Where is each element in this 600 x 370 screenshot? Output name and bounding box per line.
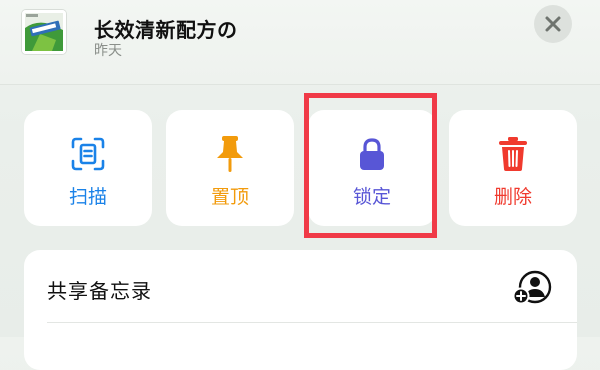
share-panel: 共享备忘录 <box>24 250 577 370</box>
lock-label: 锁定 <box>352 186 391 208</box>
panel-divider <box>47 322 577 323</box>
pin-label: 置顶 <box>210 186 249 208</box>
gum-package-thumbnail-icon <box>22 10 66 54</box>
delete-label: 删除 <box>493 186 532 208</box>
note-title: 长效清新配方の <box>94 18 238 42</box>
share-note-row[interactable]: 共享备忘录 <box>24 250 577 322</box>
pin-icon <box>217 136 243 172</box>
scan-document-icon <box>71 137 105 171</box>
lock-icon <box>360 138 384 170</box>
close-button[interactable] <box>534 5 572 43</box>
scan-label: 扫描 <box>68 186 107 208</box>
note-thumbnail[interactable] <box>22 10 66 54</box>
delete-button[interactable]: 删除 <box>449 110 577 226</box>
lock-button[interactable]: 锁定 <box>308 110 436 226</box>
close-icon <box>545 16 561 32</box>
trash-icon <box>499 137 527 171</box>
scan-button[interactable]: 扫描 <box>24 110 152 226</box>
share-note-label: 共享备忘录 <box>47 279 152 303</box>
add-person-icon <box>512 270 552 304</box>
note-date: 昨天 <box>94 43 122 59</box>
note-header: 长效清新配方の 昨天 <box>0 0 600 85</box>
pin-button[interactable]: 置顶 <box>166 110 294 226</box>
